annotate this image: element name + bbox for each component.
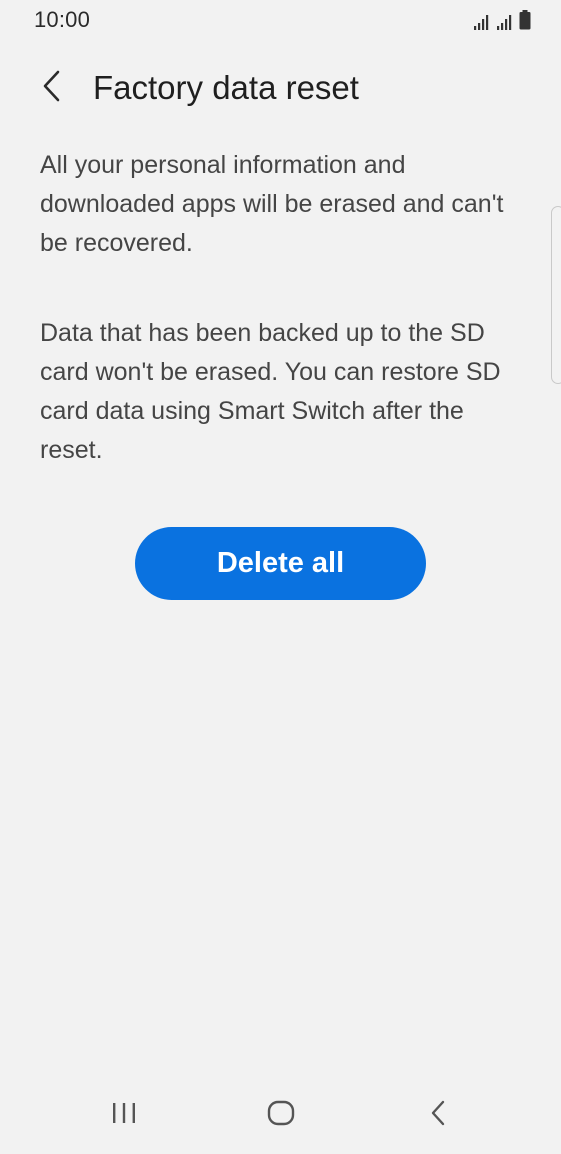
status-bar: 10:00 <box>0 0 561 42</box>
nav-back-button[interactable] <box>408 1090 468 1140</box>
sd-card-info-text: Data that has been backed up to the SD c… <box>40 319 501 464</box>
erase-warning-text: All your personal information and downlo… <box>40 151 504 257</box>
chevron-left-icon <box>41 70 63 107</box>
back-button[interactable] <box>28 64 76 112</box>
signal-icon <box>473 14 493 30</box>
battery-icon <box>519 10 531 30</box>
page-title: Factory data reset <box>93 69 359 106</box>
scrollbar[interactable] <box>551 206 561 384</box>
back-icon <box>428 1099 448 1132</box>
home-icon <box>266 1099 296 1132</box>
home-button[interactable] <box>251 1090 311 1140</box>
recents-button[interactable] <box>94 1090 154 1140</box>
recents-icon <box>110 1101 138 1130</box>
delete-all-button[interactable]: Delete all <box>135 527 426 600</box>
reset-description: All your personal information and downlo… <box>40 146 530 470</box>
app-bar: Factory data reset <box>0 58 561 118</box>
status-icons <box>473 8 531 30</box>
signal-icon <box>496 14 516 30</box>
navigation-bar <box>0 1080 561 1154</box>
status-time: 10:00 <box>34 7 91 32</box>
